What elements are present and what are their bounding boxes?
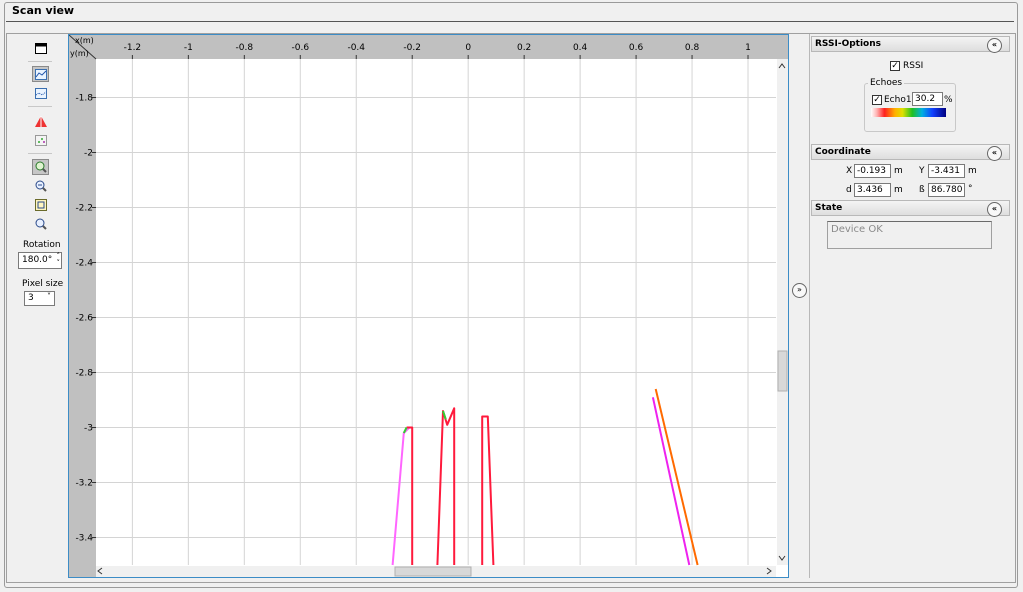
pixel-size-select[interactable]: 3 ˅ — [24, 291, 55, 306]
window-title: Scan view — [12, 4, 75, 17]
pixel-size-label: Pixel size — [22, 279, 64, 289]
pixel-size-value: 3 — [28, 293, 34, 303]
x-tick-label: 1 — [745, 43, 751, 53]
x-tick-label: 0 — [465, 43, 471, 53]
rotation-value: 180.0° — [22, 255, 53, 265]
toolbar-divider — [28, 61, 52, 62]
y-tick-label: -2.6 — [75, 314, 93, 324]
y-tick-label: -3.4 — [75, 534, 93, 544]
echo1-unit: % — [944, 95, 953, 105]
rssi-color-scale — [871, 108, 946, 117]
zoom-in-button[interactable] — [32, 159, 49, 175]
x-axis-label: x(m) — [75, 36, 94, 45]
y-coord-unit: m — [968, 166, 977, 176]
distance-label: d — [846, 185, 852, 195]
angle-value: 86.780 — [931, 185, 963, 195]
collapse-icon[interactable]: « — [987, 202, 1002, 217]
scatter-view-button[interactable] — [32, 132, 49, 148]
distance-unit: m — [894, 185, 903, 195]
coordinate-section-header[interactable]: Coordinate « — [811, 144, 1010, 161]
point-view-button[interactable] — [32, 85, 49, 101]
echo1-threshold-input[interactable]: 30.2 — [912, 92, 943, 106]
angle-unit: ° — [968, 184, 973, 194]
x-coord-field: -0.193 — [854, 164, 891, 178]
x-tick-label: -1.2 — [124, 43, 142, 53]
x-coord-value: -0.193 — [857, 166, 887, 176]
rssi-section-title: RSSI-Options — [815, 39, 882, 49]
angle-label: ß — [919, 185, 925, 195]
x-tick-label: 0.4 — [573, 43, 588, 53]
rssi-label: RSSI — [903, 61, 924, 71]
x-tick-label: 0.2 — [517, 43, 531, 53]
toolbar-divider — [28, 153, 52, 154]
y-axis-band — [69, 35, 96, 577]
state-box: Device OK — [827, 221, 992, 249]
rotation-spinbox[interactable]: 180.0° ˄ ˅ — [18, 252, 62, 269]
left-toolbar: Rotation 180.0° ˄ ˅ Pixel size 3 ˅ — [14, 36, 66, 336]
echo1-label: Echo1 — [884, 95, 912, 105]
rssi-section-header[interactable]: RSSI-Options « — [811, 36, 1010, 53]
y-coord-label: Y — [919, 166, 925, 176]
toolbar-divider — [28, 106, 52, 107]
maximize-button[interactable] — [32, 40, 49, 56]
x-coord-label: X — [846, 166, 853, 176]
distance-value: 3.436 — [857, 185, 883, 195]
x-tick-label: -1 — [184, 43, 193, 53]
rssi-checkbox[interactable]: ✓ — [890, 61, 900, 71]
rotation-label: Rotation — [23, 240, 61, 250]
y-tick-label: -3.2 — [75, 479, 93, 489]
collapse-icon[interactable]: « — [987, 38, 1002, 53]
collapse-icon[interactable]: « — [987, 146, 1002, 161]
echoes-label: Echoes — [868, 78, 905, 88]
vertical-scroll-thumb[interactable] — [777, 350, 788, 392]
plot-canvas[interactable]: -1.2 -1 -0.8 -0.6 -0.4 -0.2 0 0.2 0.4 0.6 0.8 1 -1.8… — [69, 35, 788, 577]
side-panel-toggle-button[interactable]: » — [792, 283, 807, 298]
x-tick-label: -0.6 — [291, 43, 309, 53]
zoom-out-button[interactable] — [32, 178, 49, 194]
y-tick-label: -2.4 — [75, 259, 93, 269]
coordinate-section-title: Coordinate — [815, 147, 871, 157]
x-tick-label: -0.4 — [347, 43, 365, 53]
x-axis-band — [69, 35, 788, 59]
right-panel: RSSI-Options « ✓ RSSI Echoes ✓ Echo1 30.… — [809, 34, 1011, 578]
state-section-header[interactable]: State « — [811, 200, 1010, 217]
title-divider — [6, 21, 1014, 22]
fit-view-button[interactable] — [32, 197, 49, 213]
distance-field: 3.436 — [854, 183, 891, 197]
y-tick-label: -1.8 — [75, 94, 93, 104]
x-tick-label: -0.8 — [236, 43, 254, 53]
x-tick-label: 0.6 — [629, 43, 644, 53]
echo1-checkbox[interactable]: ✓ — [872, 95, 882, 105]
y-tick-label: -3 — [84, 424, 93, 434]
y-tick-label: -2.2 — [75, 204, 93, 214]
x-coord-unit: m — [894, 166, 903, 176]
field-view-button[interactable] — [32, 113, 49, 129]
plot-area[interactable] — [96, 59, 776, 565]
x-tick-label: 0.8 — [685, 43, 700, 53]
horizontal-scroll-thumb[interactable] — [394, 566, 472, 577]
state-section-title: State — [815, 203, 843, 213]
y-coord-field: -3.431 — [928, 164, 965, 178]
state-text: Device OK — [831, 224, 883, 235]
spin-arrows-icon[interactable]: ˄ ˅ — [57, 253, 61, 267]
y-tick-label: -2 — [84, 149, 93, 159]
zoom-reset-button[interactable] — [32, 216, 49, 232]
chevron-down-icon: ˅ — [47, 292, 51, 301]
angle-field: 86.780 — [928, 183, 965, 197]
y-axis-label: y(m) — [70, 49, 89, 58]
echo1-threshold-value: 30.2 — [915, 94, 936, 104]
y-tick-label: -2.8 — [75, 369, 93, 379]
y-coord-value: -3.431 — [931, 166, 961, 176]
line-view-button[interactable] — [32, 66, 49, 82]
scan-plot[interactable]: -1.2 -1 -0.8 -0.6 -0.4 -0.2 0 0.2 0.4 0.6 0.8 1 -1.8… — [68, 34, 789, 578]
x-tick-label: -0.2 — [403, 43, 421, 53]
vertical-scrollbar[interactable] — [777, 59, 788, 565]
